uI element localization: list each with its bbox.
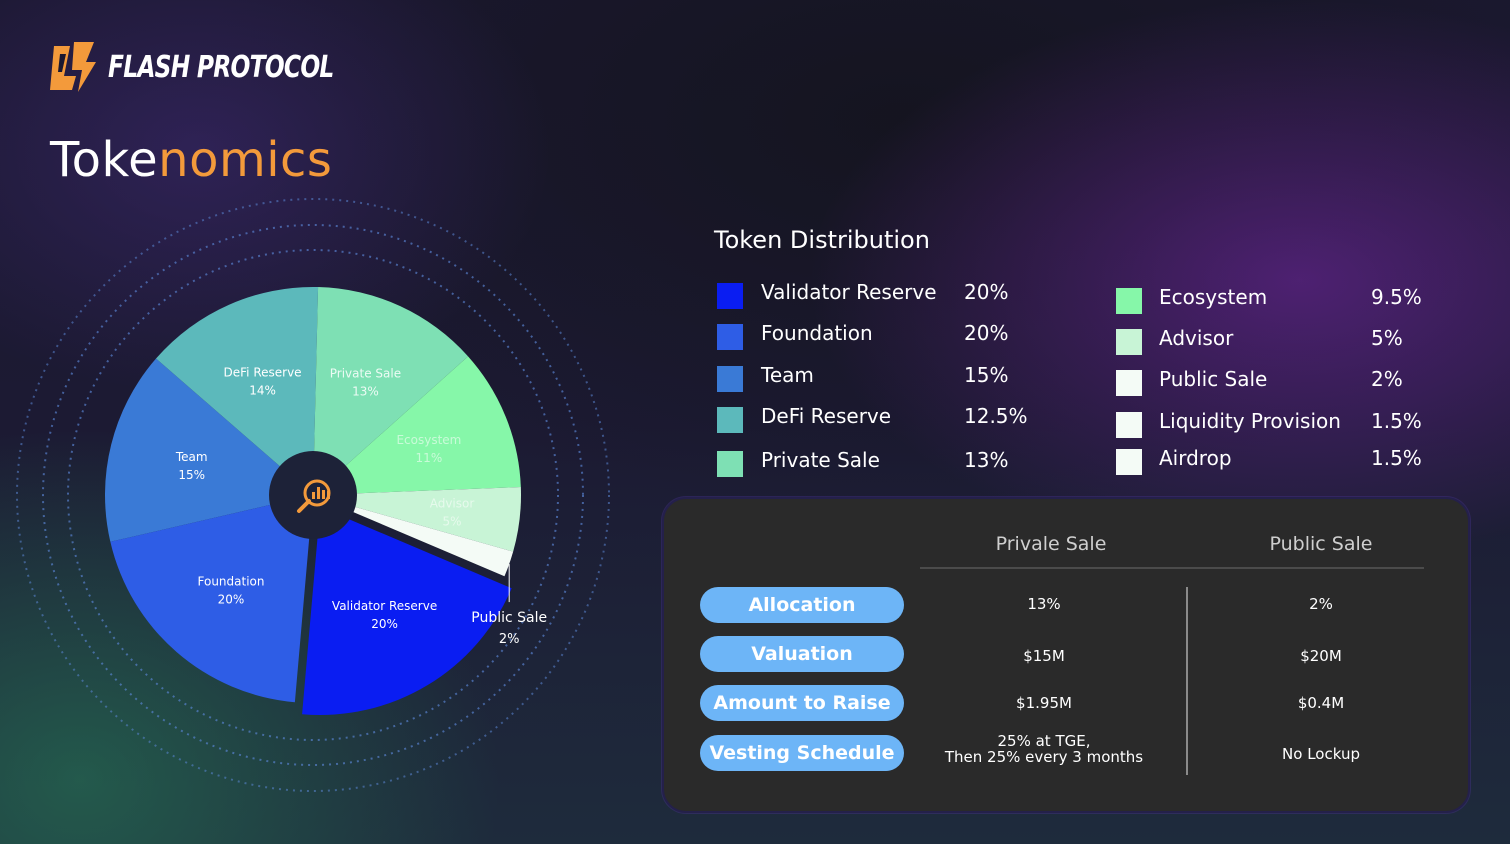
column-divider (1186, 587, 1188, 775)
slice-value-label: 14% (249, 384, 276, 398)
slice-value-label: 11% (416, 451, 443, 465)
slice-value-label: 15% (178, 468, 205, 482)
brand-name: FLASH PROTOCOL (108, 49, 334, 85)
legend-swatch (717, 451, 743, 477)
legend-value: 20% (964, 280, 1009, 304)
slice-value-label: 20% (371, 617, 398, 631)
slice-value-label: 2% (499, 632, 520, 647)
legend-value: 13% (964, 448, 1009, 472)
legend-label: Team (761, 363, 814, 387)
legend-label: DeFi Reserve (761, 404, 892, 428)
legend-swatch (1116, 288, 1142, 314)
amount-private: $1.95M (1016, 694, 1072, 712)
slice-name-label: Public Sale (471, 610, 547, 626)
slice-name-label: Validator Reserve (332, 599, 437, 613)
allocation-public: 2% (1309, 595, 1333, 613)
valuation-public: $20M (1300, 647, 1342, 665)
slice-value-label: 20% (218, 592, 245, 606)
header-divider (920, 567, 1424, 569)
valuation-private: $15M (1023, 647, 1065, 665)
distribution-title: Token Distribution (714, 226, 930, 254)
legend-label: Liquidity Provision (1159, 409, 1341, 433)
column-header-public: Public Sale (1269, 533, 1373, 555)
legend-value: 9.5% (1371, 285, 1422, 309)
legend-swatch (717, 407, 743, 433)
flash-logo-icon (50, 42, 96, 92)
tokenomics-pie-chart: Team 15% DeFi Reserve 14% Private Sale 13% Eco… (16, 198, 610, 792)
row-label-vesting-schedule: Vesting Schedule (700, 735, 904, 771)
legend-swatch (1116, 449, 1142, 475)
legend-swatch (717, 324, 743, 350)
column-header-private: Privale Sale (995, 533, 1107, 555)
legend-value: 15% (964, 363, 1009, 387)
slice-value-label: 5% (442, 515, 461, 529)
legend-value: 12.5% (964, 404, 1028, 428)
row-label-amount-to-raise: Amount to Raise (700, 685, 904, 721)
sale-table-panel: Privale Sale Public Sale Allocation 13% … (662, 497, 1470, 813)
slice-name-label: Ecosystem (396, 433, 461, 447)
legend-swatch (1116, 370, 1142, 396)
vesting-public: No Lockup (1282, 745, 1360, 763)
slice-name-label: Private Sale (330, 367, 401, 381)
pie-center (269, 451, 357, 539)
legend-swatch (1116, 329, 1142, 355)
title-part-1: Toke (50, 132, 159, 188)
legend-label: Public Sale (1159, 367, 1268, 391)
legend-label: Foundation (761, 321, 873, 345)
slice-name-label: Team (175, 450, 208, 464)
legend-swatch (1116, 412, 1142, 438)
legend-label: Validator Reserve (761, 280, 937, 304)
amount-public: $0.4M (1297, 694, 1345, 712)
legend-value: 5% (1371, 326, 1403, 350)
slice-name-label: Advisor (430, 497, 475, 511)
vesting-private-line2: Then 25% every 3 months (944, 748, 1144, 766)
legend-label: Advisor (1159, 326, 1234, 350)
legend-swatch (717, 366, 743, 392)
page-title: Tokenomics (50, 132, 332, 188)
legend-value: 2% (1371, 367, 1403, 391)
brand-logo: FLASH PROTOCOL (50, 40, 397, 94)
legend-swatch (717, 283, 743, 309)
legend-label: Ecosystem (1159, 285, 1268, 309)
legend-label: Airdrop (1159, 446, 1232, 470)
legend-value: 20% (964, 321, 1009, 345)
allocation-private: 13% (1027, 595, 1061, 613)
slice-name-label: Foundation (198, 574, 265, 588)
row-label-allocation: Allocation (700, 587, 904, 623)
legend-value: 1.5% (1371, 446, 1422, 470)
slice-value-label: 13% (352, 385, 379, 399)
legend-value: 1.5% (1371, 409, 1422, 433)
slice-name-label: DeFi Reserve (224, 366, 302, 380)
row-label-valuation: Valuation (700, 636, 904, 672)
title-part-2: nomics (158, 132, 333, 188)
legend-label: Private Sale (761, 448, 880, 472)
vesting-private-line1: 25% at TGE, (997, 732, 1091, 750)
